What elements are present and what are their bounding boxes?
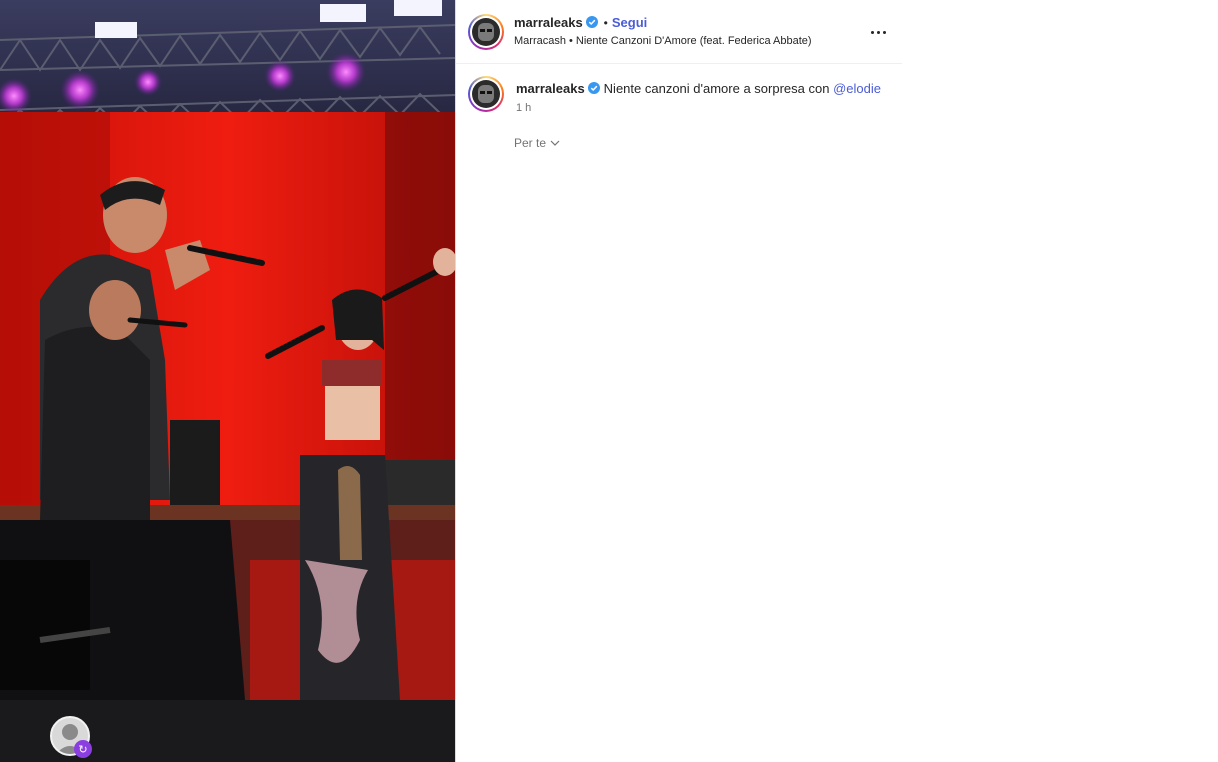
post-header: marraleaks • Segui Marracash • Niente Canz… <box>456 0 902 64</box>
more-horizontal-icon <box>870 30 874 34</box>
face-icon <box>478 85 494 103</box>
post-media[interactable]: ↻ <box>0 0 455 762</box>
chevron-down-icon <box>550 140 560 146</box>
follow-button[interactable]: Segui <box>612 15 647 30</box>
post-info-pane: marraleaks • Segui Marracash • Niente Canz… <box>456 0 902 762</box>
avatar-image <box>472 18 500 46</box>
verified-badge-icon <box>587 82 600 94</box>
separator-dot: • <box>603 16 608 30</box>
verified-badge-icon <box>585 16 598 28</box>
avatar-image <box>472 80 500 108</box>
concert-photo <box>0 0 455 762</box>
caption-body: Niente canzoni d'amore a sorpresa con <box>603 81 830 96</box>
more-options-button[interactable] <box>866 20 890 44</box>
feed-filter-dropdown[interactable]: Per te <box>514 136 560 150</box>
header-title-line: marraleaks • Segui <box>514 15 647 30</box>
remix-icon: ↻ <box>74 740 92 758</box>
mention-link[interactable]: @elodie <box>833 81 881 96</box>
feed-filter-label: Per te <box>514 136 547 150</box>
caption-avatar[interactable] <box>468 76 504 112</box>
caption-username-link[interactable]: marraleaks <box>516 81 585 96</box>
profile-avatar[interactable] <box>468 14 504 50</box>
caption-text: marraleaks Niente canzoni d'amore a sorpr… <box>516 80 886 98</box>
post-timestamp[interactable]: 1 h <box>516 102 531 114</box>
face-icon <box>478 23 494 41</box>
username-link[interactable]: marraleaks <box>514 15 583 30</box>
audio-link[interactable]: Marracash • Niente Canzoni D'Amore (feat… <box>514 35 812 47</box>
